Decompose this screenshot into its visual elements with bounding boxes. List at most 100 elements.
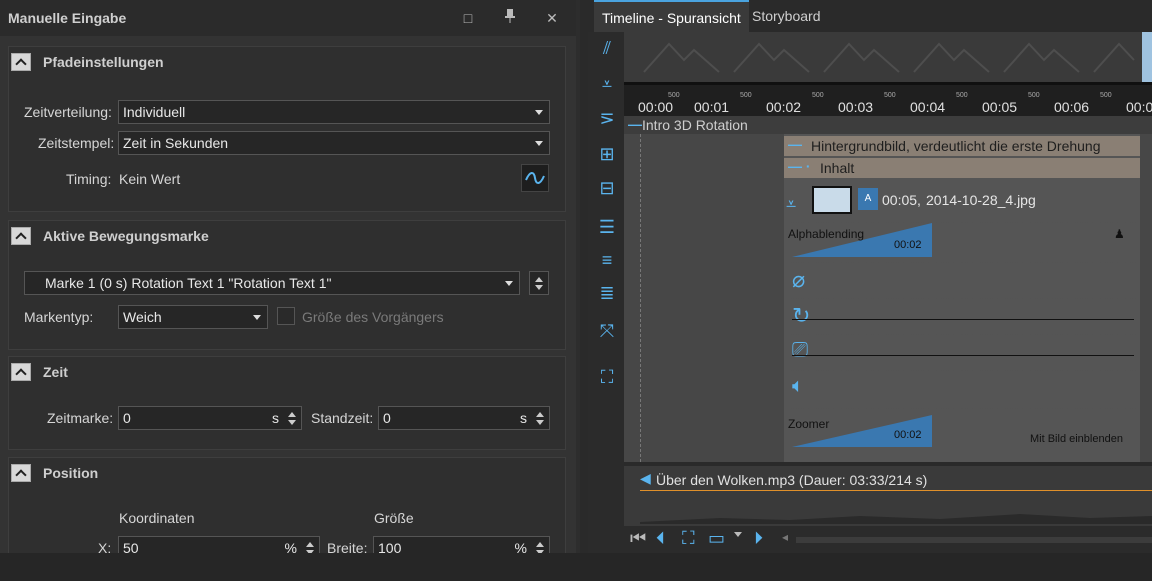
audio-track[interactable]: ◀︎ Über den Wolken.mp3 (Dauer: 03:33/214…: [624, 466, 1152, 526]
volume-line[interactable]: [640, 490, 1152, 491]
marke-stepper[interactable]: [529, 271, 549, 295]
split-icon[interactable]: ⫽: [594, 35, 620, 61]
groesse-header-label: Größe: [374, 510, 414, 526]
layout-rows-icon[interactable]: ☰: [594, 214, 620, 240]
align-bottom-icon[interactable]: ⩡: [594, 71, 620, 97]
collapse-icon[interactable]: [11, 53, 31, 71]
breite-unit: %: [514, 540, 527, 553]
standzeit-unit: s: [520, 410, 527, 426]
zoomer-note: Mit Bild einblenden: [1030, 433, 1123, 445]
maximize-button[interactable]: □: [458, 8, 478, 28]
tab-storyboard[interactable]: Storyboard: [744, 0, 828, 32]
spin-up-icon[interactable]: [306, 542, 314, 547]
zeitmarke-input[interactable]: 0 s: [118, 406, 302, 430]
align-center-icon[interactable]: ≣: [594, 280, 620, 306]
shrink-icon[interactable]: ⤧: [594, 318, 620, 344]
close-button[interactable]: ✕: [542, 8, 562, 28]
ruler-label: 00:00: [638, 99, 674, 115]
magnet-icon: ⌀: [792, 267, 806, 292]
spin-up-icon[interactable]: [536, 412, 544, 417]
content-title: Inhalt: [820, 160, 855, 176]
ruler-minor-label: 500: [1028, 92, 1040, 99]
marke-title: Aktive Bewegungsmarke: [43, 228, 209, 244]
timeline-toolbar: ⫽ ⩡ ⋝ ⊞ ⊟ ☰ ≡ ≣ ⤧ ⛶: [588, 32, 624, 553]
timing-curve-button[interactable]: [521, 164, 549, 192]
ruler-minor-label: 500: [668, 92, 680, 99]
zeitstempel-dropdown[interactable]: Zeit in Sekunden: [118, 131, 550, 155]
book-icon[interactable]: ▭: [708, 528, 725, 549]
image-badge-icon: A: [858, 188, 878, 210]
breite-input[interactable]: 100 %: [373, 536, 550, 553]
pfad-title: Pfadeinstellungen: [43, 54, 164, 70]
position-header[interactable]: Position: [9, 458, 565, 488]
horizontal-scrollbar[interactable]: [796, 537, 1152, 543]
collapse-icon[interactable]: [11, 464, 31, 482]
camera-track[interactable]: ⎚: [784, 334, 1140, 370]
koordinaten-label: Koordinaten: [119, 510, 195, 526]
collapse-icon[interactable]: — ·: [788, 158, 811, 174]
group-header[interactable]: — Intro 3D Rotation: [624, 116, 1152, 134]
sound-track[interactable]: 🔈︎: [784, 370, 1140, 406]
marke-header[interactable]: Aktive Bewegungsmarke: [9, 221, 565, 251]
background-track[interactable]: — Hintergrundbild, verdeutlicht die erst…: [784, 136, 1140, 156]
expand-icon[interactable]: ⛶: [594, 364, 620, 390]
fit-icon[interactable]: ⛶: [682, 528, 695, 549]
collapse-icon[interactable]: —: [628, 116, 642, 132]
zeit-section: Zeit Zeitmarke: 0 s Standzeit: 0 s: [8, 356, 566, 450]
image-clip[interactable]: ⩡ A 00:05, 2014-10-28_4.jpg: [784, 182, 1140, 222]
collapse-icon[interactable]: —: [788, 136, 802, 152]
add-track-icon[interactable]: ⊞: [594, 141, 620, 167]
group-title: Intro 3D Rotation: [642, 117, 748, 133]
chevron-down-icon: [535, 141, 543, 146]
alphablending-track[interactable]: Alphablending 00:02 ♟: [784, 222, 1140, 262]
zoomer-track[interactable]: Zoomer 00:02 Mit Bild einblenden: [784, 408, 1140, 452]
x-label: X:: [98, 540, 112, 553]
timing-label: Timing:: [66, 171, 112, 187]
panel-title: Manuelle Eingabe: [8, 10, 127, 26]
standzeit-value: 0: [383, 410, 391, 426]
path-line: [792, 319, 1134, 320]
position-title: Position: [43, 465, 99, 481]
zeit-title: Zeit: [43, 364, 68, 380]
skip-start-icon[interactable]: ⏮: [630, 528, 646, 549]
thumbnail-image[interactable]: [1142, 32, 1152, 82]
markentyp-dropdown[interactable]: Weich: [118, 305, 268, 329]
spin-up-icon[interactable]: [288, 412, 296, 417]
pfad-header[interactable]: Pfadeinstellungen: [9, 47, 565, 77]
align-left-icon[interactable]: ≡: [594, 247, 620, 273]
x-input[interactable]: 50 %: [118, 536, 320, 553]
spin-down-icon[interactable]: [288, 420, 296, 425]
x-value: 50: [123, 540, 139, 553]
camera-line: [792, 355, 1134, 356]
speaker-icon: ◀︎: [640, 470, 651, 486]
zeitstempel-value: Zeit in Sekunden: [123, 135, 229, 151]
insert-icon[interactable]: ⋝: [594, 105, 620, 131]
timing-value: Kein Wert: [119, 171, 181, 187]
content-track[interactable]: — · Inhalt: [784, 158, 1140, 178]
groesse-checkbox[interactable]: [277, 307, 295, 325]
mountain-placeholder-icon: [643, 42, 1135, 73]
ruler-minor-label: 500: [1100, 92, 1112, 99]
previous-icon[interactable]: ⏴: [656, 528, 665, 549]
path-track[interactable]: ↻: [784, 298, 1140, 334]
manual-input-panel: Manuelle Eingabe □ ✕ Pfadeinstellungen Z…: [0, 0, 576, 553]
zeitverteilung-label: Zeitverteilung:: [24, 104, 112, 120]
pin-button[interactable]: [500, 8, 520, 28]
chevron-down-icon[interactable]: [734, 532, 742, 537]
remove-track-icon[interactable]: ⊟: [594, 175, 620, 201]
spin-down-icon[interactable]: [536, 420, 544, 425]
standzeit-input[interactable]: 0 s: [378, 406, 550, 430]
marke-dropdown[interactable]: Marke 1 (0 s) Rotation Text 1 "Rotation …: [24, 271, 520, 295]
next-icon[interactable]: ⏵: [754, 528, 763, 549]
collapse-icon[interactable]: [11, 363, 31, 381]
scroll-left-icon[interactable]: ◂: [782, 530, 788, 544]
zeit-header[interactable]: Zeit: [9, 357, 565, 387]
spin-up-icon[interactable]: [536, 542, 544, 547]
tab-timeline[interactable]: Timeline - Spuransicht: [594, 0, 749, 32]
collapse-icon[interactable]: [11, 227, 31, 245]
status-bar: [0, 553, 1152, 581]
position-section: Position Koordinaten Größe X: 50 % Breit…: [8, 457, 566, 553]
motion-track[interactable]: ⌀: [784, 262, 1140, 298]
zeitverteilung-dropdown[interactable]: Individuell: [118, 100, 550, 124]
time-ruler[interactable]: 00:00 00:01 00:02 00:03 00:04 00:05 00:0…: [624, 82, 1152, 116]
